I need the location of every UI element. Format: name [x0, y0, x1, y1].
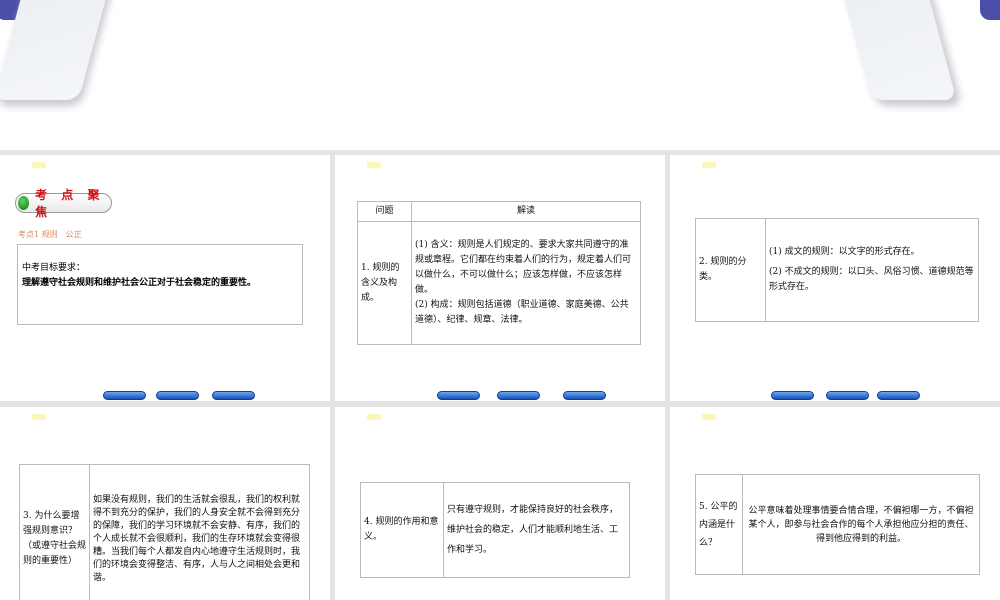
decor-shape — [980, 0, 1000, 20]
req-text: 理解遵守社会规则和维护社会公正对于社会稳定的重要性。 — [22, 278, 257, 288]
slide-thumbnail-3[interactable]: 2. 规则的分类。 (1) 成文的规则：以文字的形式存在。 (2) 不成文的规则：以… — [670, 155, 1000, 401]
slide-thumbnail-4[interactable]: 3. 为什么要增强规则意识？（或遵守社会规则的重要性） 如果没有规则，我们的生活就… — [0, 407, 330, 600]
content-table: 3. 为什么要增强规则意识？（或遵守社会规则的重要性） 如果没有规则，我们的生活就… — [19, 464, 310, 600]
answer-cell: 公平意味着处理事情要合情合理，不偏袒哪一方，不偏袒某个人，即参与社会合作的每个人… — [742, 474, 980, 575]
previous-slide-partial[interactable] — [0, 0, 1000, 150]
header-question: 问题 — [357, 201, 412, 222]
timer-mark — [367, 414, 381, 420]
topic-subtitle: 考点1 规则 公正 — [18, 230, 82, 239]
content-table: 问题 解读 1. 规则的含义及构成。 (1) 含义：规则是人们规定的、要求大家共同遵… — [357, 201, 641, 345]
answer-cell: 如果没有规则，我们的生活就会很乱，我们的权利就得不到充分的保护，我们的人身安全就… — [89, 464, 310, 600]
decor-shape — [0, 0, 122, 100]
content-table: 5. 公平的内涵是什么？ 公平意味着处理事情要合情合理，不偏袒哪一方，不偏袒某个人… — [695, 474, 980, 575]
content-table: 4. 规则的作用和意义。 只有遵守规则，才能保持良好的社会秩序，维护社会的稳定，人… — [360, 482, 630, 578]
nav-button-2[interactable] — [826, 391, 869, 400]
nav-button-2[interactable] — [497, 391, 540, 400]
slide-thumbnail-6[interactable]: 5. 公平的内涵是什么？ 公平意味着处理事情要合情合理，不偏袒哪一方，不偏袒某个人… — [670, 407, 1000, 600]
question-cell: 3. 为什么要增强规则意识？（或遵守社会规则的重要性） — [19, 464, 90, 600]
nav-button-3[interactable] — [877, 391, 920, 400]
requirement-box: 中考目标要求： 理解遵守社会规则和维护社会公正对于社会稳定的重要性。 — [17, 244, 303, 325]
nav-button-1[interactable] — [103, 391, 146, 400]
timer-mark — [702, 162, 716, 168]
question-cell: 4. 规则的作用和意义。 — [360, 482, 444, 578]
answer-cell: 只有遵守规则，才能保持良好的社会秩序，维护社会的稳定，人们才能顺利地生活、工作和… — [443, 482, 630, 578]
section-badge: 考 点 聚 焦 — [15, 188, 112, 219]
nav-button-1[interactable] — [437, 391, 480, 400]
timer-mark — [367, 162, 381, 168]
slide-thumbnail-2[interactable]: 问题 解读 1. 规则的含义及构成。 (1) 含义：规则是人们规定的、要求大家共同遵… — [335, 155, 665, 401]
decor-shape — [828, 0, 957, 100]
timer-mark — [702, 414, 716, 420]
timer-mark — [32, 162, 46, 168]
slide-thumbnail-1[interactable]: 考 点 聚 焦 考点1 规则 公正 中考目标要求： 理解遵守社会规则和维护社会公… — [0, 155, 330, 401]
question-cell: 1. 规则的含义及构成。 — [357, 221, 412, 345]
badge-label: 考 点 聚 焦 — [35, 188, 105, 219]
green-ball-icon — [18, 196, 30, 210]
answer-cell: (1) 成文的规则：以文字的形式存在。 (2) 不成文的规则：以口头、风俗习惯、道… — [765, 218, 979, 322]
question-cell: 5. 公平的内涵是什么？ — [695, 474, 743, 575]
slide-thumbnail-5[interactable]: 4. 规则的作用和意义。 只有遵守规则，才能保持良好的社会秩序，维护社会的稳定，人… — [335, 407, 665, 600]
timer-mark — [32, 414, 46, 420]
nav-button-3[interactable] — [212, 391, 255, 400]
content-table: 2. 规则的分类。 (1) 成文的规则：以文字的形式存在。 (2) 不成文的规则：以… — [695, 218, 979, 322]
nav-button-2[interactable] — [156, 391, 199, 400]
req-label: 中考目标要求： — [22, 263, 86, 273]
nav-button-1[interactable] — [771, 391, 814, 400]
nav-button-3[interactable] — [563, 391, 606, 400]
header-answer: 解读 — [411, 201, 641, 222]
answer-cell: (1) 含义：规则是人们规定的、要求大家共同遵守的准规或章程。它们都在约束着人们… — [411, 221, 641, 345]
question-cell: 2. 规则的分类。 — [695, 218, 766, 322]
